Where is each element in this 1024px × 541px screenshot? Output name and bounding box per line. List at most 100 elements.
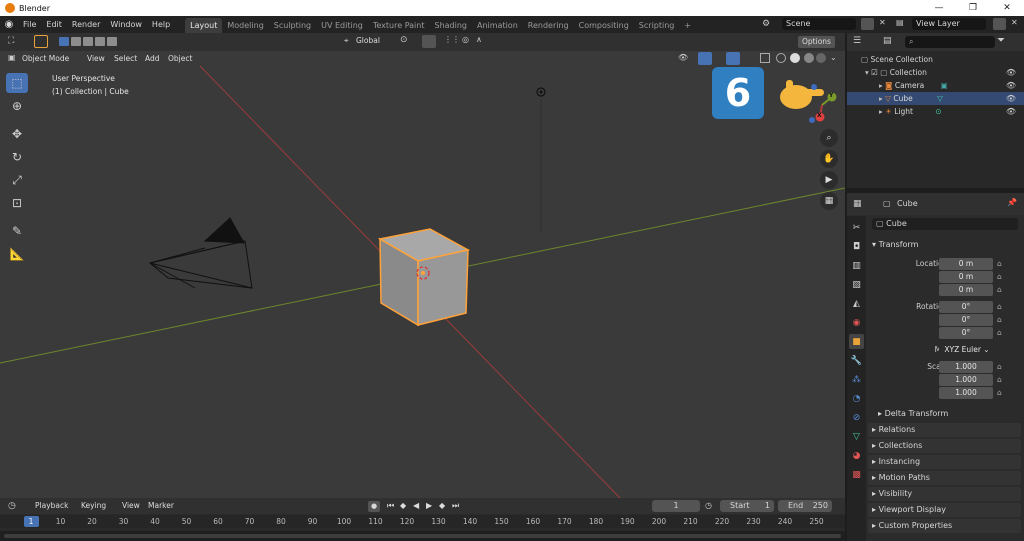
select-mode-new-icon[interactable] [59, 37, 69, 46]
outliner-collection[interactable]: ▾ ☑ ▢ Collection 👁 [847, 66, 1024, 79]
shading-wireframe-icon[interactable] [776, 53, 786, 63]
end-frame-field[interactable]: End 250 [778, 500, 832, 512]
lock-icon[interactable]: ⌂ [997, 271, 1002, 283]
select-mode-subtract-icon[interactable] [83, 37, 93, 46]
pin-icon[interactable]: 📌 [1007, 198, 1017, 207]
shading-material-icon[interactable] [804, 53, 814, 63]
object-name-field[interactable]: ▢ Cube [872, 218, 1018, 230]
play-reverse-button[interactable]: ◀ [413, 501, 419, 510]
tab-texture-paint[interactable]: Texture Paint [368, 18, 430, 33]
location-x-field[interactable]: 0 m [939, 258, 993, 270]
texture-tab-icon[interactable]: ▩ [849, 467, 864, 482]
delta-transform-header[interactable]: ▸ Delta Transform [868, 407, 1021, 421]
tab-uv-editing[interactable]: UV Editing [316, 18, 368, 33]
filter-icon[interactable]: ⏷ [997, 35, 1005, 46]
outliner-editor-icon[interactable]: ☰ [853, 36, 861, 46]
custom-properties-panel-header[interactable]: ▸ Custom Properties [868, 519, 1021, 533]
view-layer-field[interactable]: View Layer [912, 18, 986, 30]
transform-panel-header[interactable]: ▾ Transform [868, 238, 1021, 252]
collections-panel-header[interactable]: ▸ Collections [868, 439, 1021, 453]
outliner-scene-collection[interactable]: ▢ Scene Collection [847, 53, 1024, 66]
blender-menu-icon[interactable]: ◉ [0, 19, 18, 30]
lock-icon[interactable]: ⌂ [997, 258, 1002, 270]
record-button[interactable]: ● [368, 501, 380, 512]
tab-modeling[interactable]: Modeling [222, 18, 268, 33]
outliner-search-input[interactable]: ⌕ [905, 36, 995, 48]
menu-help[interactable]: Help [147, 16, 175, 33]
select-box-tool[interactable]: ⬚ [6, 73, 28, 93]
cursor-tool[interactable]: ⊕ [6, 96, 28, 116]
timeline-editor-icon[interactable]: ◷ [8, 501, 16, 511]
material-tab-icon[interactable]: ◕ [849, 448, 864, 463]
delete-view-layer-icon[interactable]: ✕ [1011, 18, 1018, 27]
scale-y-field[interactable]: 1.000 [939, 374, 993, 386]
expand-icon[interactable]: ▸ [879, 94, 883, 103]
measure-tool[interactable]: 📐 [6, 244, 28, 264]
data-tab-icon[interactable]: ▽ [849, 429, 864, 444]
maximize-button[interactable]: ❐ [956, 0, 990, 16]
rotation-x-field[interactable]: 0° [939, 301, 993, 313]
tab-shading[interactable]: Shading [429, 18, 472, 33]
falloff-icon[interactable]: ∧ [476, 35, 482, 44]
checkbox-icon[interactable]: ☑ [871, 68, 878, 77]
properties-editor-icon[interactable]: ▦ [853, 199, 862, 209]
mesh-data-icon[interactable]: ▽ [937, 94, 943, 103]
xray-icon[interactable] [760, 53, 770, 63]
play-button[interactable]: ▶ [426, 501, 432, 510]
close-button[interactable]: ✕ [990, 0, 1024, 16]
location-z-field[interactable]: 0 m [939, 284, 993, 296]
render-tab-icon[interactable]: ◘ [849, 239, 864, 254]
display-mode-icon[interactable]: ▤ [883, 36, 892, 46]
expand-icon[interactable]: ▸ [879, 107, 883, 116]
tab-scripting[interactable]: Scripting [634, 18, 680, 33]
view-layer-icon[interactable]: ▤ [896, 18, 904, 27]
constraints-tab-icon[interactable]: ⊘ [849, 410, 864, 425]
select-mode-invert-icon[interactable] [95, 37, 105, 46]
tab-compositing[interactable]: Compositing [574, 18, 634, 33]
transform-orientation-dropdown[interactable]: Global [356, 36, 380, 45]
gizmo-toggle-icon[interactable] [698, 52, 712, 65]
new-view-layer-icon[interactable] [993, 18, 1006, 30]
rotation-mode-dropdown[interactable]: XYZ Euler ⌄ [939, 344, 995, 356]
rotation-z-field[interactable]: 0° [939, 327, 993, 339]
annotate-tool[interactable]: ✎ [6, 221, 28, 241]
lock-icon[interactable]: ⌂ [997, 301, 1002, 313]
lock-icon[interactable]: ⌂ [997, 374, 1002, 386]
lock-icon[interactable]: ⌂ [997, 361, 1002, 373]
snap-icon[interactable] [422, 35, 436, 48]
visibility-panel-header[interactable]: ▸ Visibility [868, 487, 1021, 501]
visibility-eye-icon[interactable]: 👁 [1006, 66, 1016, 79]
prev-keyframe-button[interactable]: ◆ [400, 501, 406, 510]
move-tool[interactable]: ✥ [6, 124, 28, 144]
jump-start-button[interactable]: ⏮ [387, 501, 394, 511]
object-menu[interactable]: Object [168, 53, 192, 65]
timeline-scrollbar[interactable] [0, 531, 845, 541]
add-workspace-button[interactable]: + [679, 18, 696, 33]
playback-menu[interactable]: Playback [35, 500, 68, 512]
keying-menu[interactable]: Keying [81, 500, 106, 512]
add-menu[interactable]: Add [145, 53, 160, 65]
lock-icon[interactable]: ⌂ [997, 327, 1002, 339]
outliner-cube[interactable]: ▸ ▽ Cube ▽ 👁 [847, 92, 1024, 105]
view-menu[interactable]: View [87, 53, 105, 65]
tab-animation[interactable]: Animation [472, 18, 523, 33]
location-y-field[interactable]: 0 m [939, 271, 993, 283]
transform-tool[interactable]: ⊡ [6, 193, 28, 213]
tab-layout[interactable]: Layout [185, 17, 223, 33]
menu-file[interactable]: File [18, 16, 41, 33]
visibility-icon[interactable]: 👁 [678, 53, 688, 62]
pivot-point-icon[interactable]: ⊙ [400, 35, 408, 45]
view-menu-timeline[interactable]: View [122, 500, 140, 512]
lock-icon[interactable]: ⌂ [997, 387, 1002, 399]
proportional-edit-icon[interactable]: ◎ [462, 35, 469, 44]
rotation-y-field[interactable]: 0° [939, 314, 993, 326]
pan-hand-icon[interactable]: ✋ [820, 150, 838, 168]
scale-x-field[interactable]: 1.000 [939, 361, 993, 373]
expand-icon[interactable]: ▸ [879, 81, 883, 90]
motion-paths-panel-header[interactable]: ▸ Motion Paths [868, 471, 1021, 485]
shading-rendered-icon[interactable] [816, 53, 826, 63]
viewport-display-panel-header[interactable]: ▸ Viewport Display [868, 503, 1021, 517]
scale-z-field[interactable]: 1.000 [939, 387, 993, 399]
select-mode-intersect-icon[interactable] [107, 37, 117, 46]
shading-solid-icon[interactable] [790, 53, 800, 63]
